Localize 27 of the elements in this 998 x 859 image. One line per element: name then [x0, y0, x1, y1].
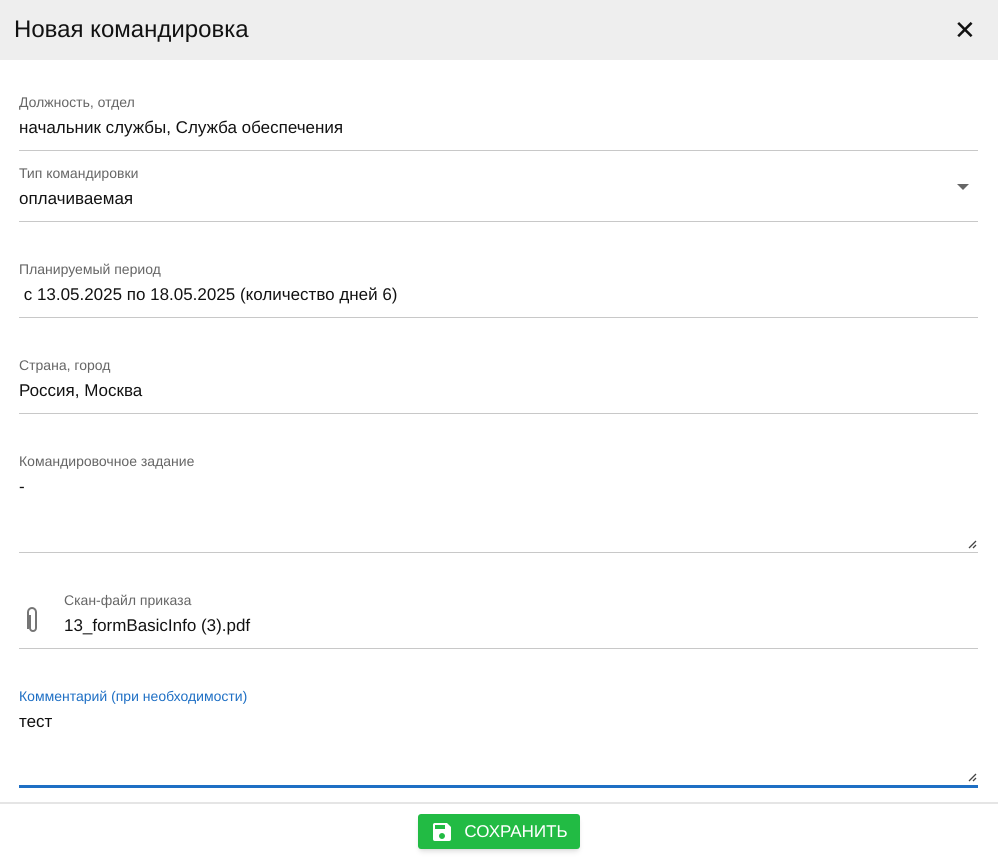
input-field[interactable]: Планируемый период с 13.05.2025 по 18.05.2025 (количество дней 6) [19, 257, 978, 318]
field-value: - [19, 477, 26, 497]
field-value: начальник службы, Служба обеспечения [19, 118, 344, 138]
file-field[interactable]: Скан-файл приказа 13_formBasicInfo (3).pdf [19, 588, 978, 649]
dropdown-arrow-icon[interactable] [957, 184, 969, 190]
field-label: Комментарий (при необходимости) [19, 688, 248, 704]
field-value: с 13.05.2025 по 18.05.2025 (количество дней 6) [22, 285, 398, 305]
field-value: Россия, Москва [19, 381, 142, 401]
dropdown-field[interactable]: Тип командировки оплачиваемая [19, 161, 978, 222]
textarea-field[interactable]: Командировочное задание - [19, 449, 978, 553]
textarea-field[interactable]: Комментарий (при необходимости) тест [19, 684, 978, 788]
field-value: тест [19, 712, 54, 732]
dialog-title: Новая командировка [14, 15, 249, 45]
field-label: Страна, город [19, 357, 112, 373]
field-label: Должность, отдел [19, 94, 136, 110]
field-label: Планируемый период [19, 261, 162, 277]
input-field[interactable]: Страна, город Россия, Москва [19, 353, 978, 414]
paperclip-icon [26, 607, 40, 635]
field-label: Тип командировки [19, 165, 138, 181]
field-label: Скан-файл приказа [64, 592, 192, 608]
resize-handle-icon[interactable] [968, 773, 977, 782]
input-field[interactable]: Должность, отдел начальник службы, Служба обеспечения [19, 90, 978, 151]
close-button[interactable]: ✕ [954, 17, 976, 43]
field-value: оплачиваемая [19, 189, 134, 209]
field-label: Командировочное задание [19, 453, 194, 469]
resize-handle-icon[interactable] [968, 540, 977, 549]
field-value: 13_formBasicInfo (3).pdf [64, 616, 250, 636]
